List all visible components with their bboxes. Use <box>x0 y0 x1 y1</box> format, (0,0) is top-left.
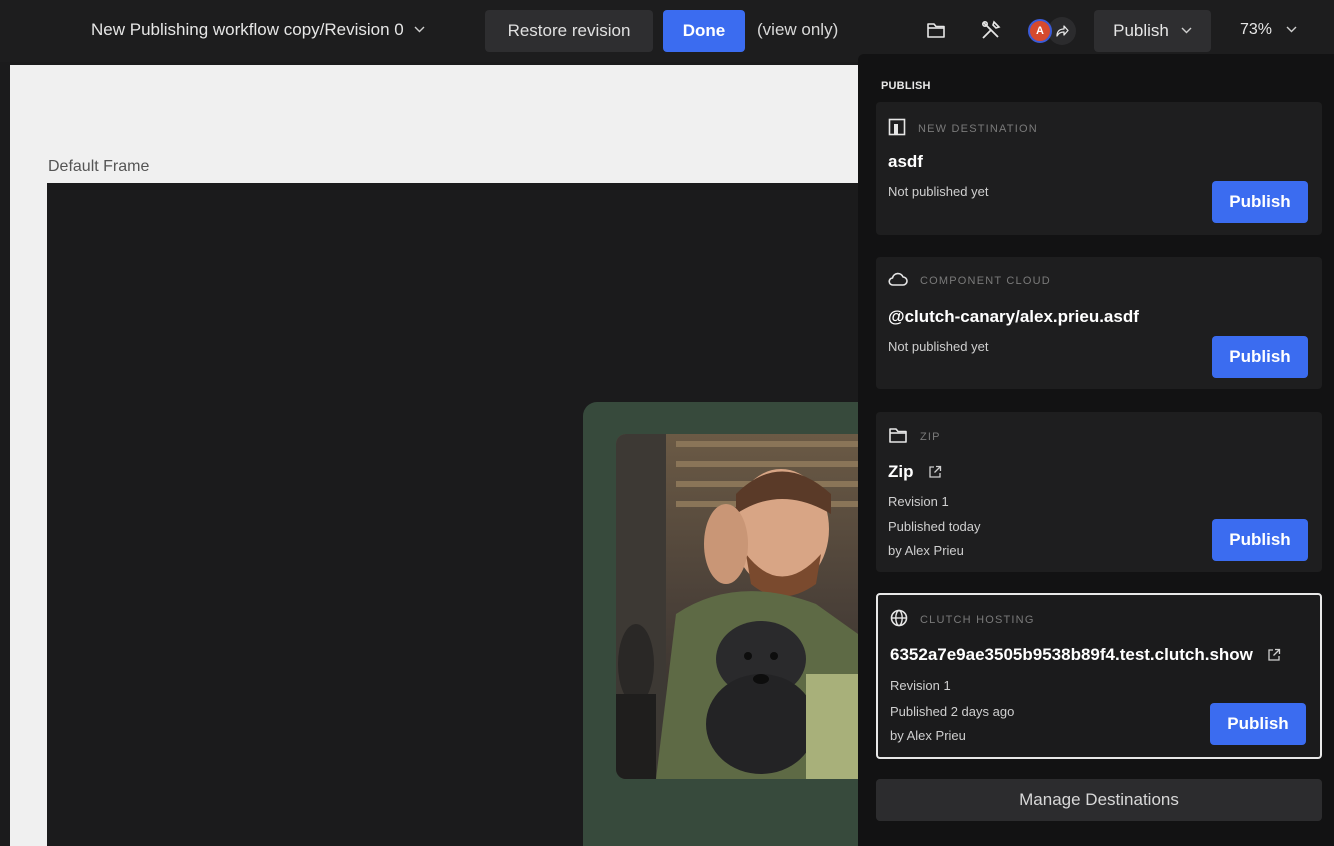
destination-name: @clutch-canary/alex.prieu.asdf <box>888 307 1139 326</box>
zoom-level: 73% <box>1240 21 1273 38</box>
destination-card-component-cloud[interactable]: COMPONENT CLOUD @clutch-canary/alex.prie… <box>876 257 1322 389</box>
top-toolbar: New Publishing workflow copy/Revision 0 … <box>0 0 1334 62</box>
destination-author: by Alex Prieu <box>888 543 964 558</box>
profile-photo[interactable] <box>616 434 858 779</box>
manage-destinations-button[interactable]: Manage Destinations <box>876 779 1322 821</box>
zoom-dropdown[interactable]: 73% <box>1240 21 1297 39</box>
destination-name: 6352a7e9ae3505b9538b89f4.test.clutch.sho… <box>890 645 1253 664</box>
destination-status: Not published yet <box>888 339 989 354</box>
chevron-down-icon <box>1286 24 1297 36</box>
folder-icon <box>888 426 908 447</box>
destination-name-row: 6352a7e9ae3505b9538b89f4.test.clutch.sho… <box>890 645 1281 665</box>
destination-published: Published 2 days ago <box>890 704 1015 719</box>
chevron-down-icon <box>414 24 425 36</box>
destination-author: by Alex Prieu <box>890 728 966 743</box>
destination-card-zip[interactable]: ZIP Zip Revision 1 Published today by Al… <box>876 412 1322 572</box>
publish-button[interactable]: Publish <box>1212 181 1308 223</box>
document-title: New Publishing workflow copy/Revision 0 <box>91 20 404 39</box>
new-destination-icon <box>888 118 906 139</box>
destination-type-label: COMPONENT CLOUD <box>920 274 1051 287</box>
restore-revision-button[interactable]: Restore revision <box>485 10 653 52</box>
publish-panel-heading: PUBLISH <box>881 80 931 92</box>
document-title-dropdown[interactable]: New Publishing workflow copy/Revision 0 <box>91 20 425 40</box>
destination-type: ZIP <box>888 426 941 447</box>
destination-status: Not published yet <box>888 184 989 199</box>
destination-card-new[interactable]: NEW DESTINATION asdf Not published yet P… <box>876 102 1322 235</box>
chevron-down-icon <box>1181 25 1192 37</box>
done-button[interactable]: Done <box>663 10 745 52</box>
destination-revision: Revision 1 <box>888 494 949 509</box>
canvas-edge <box>0 65 10 846</box>
destination-type-label: ZIP <box>920 430 941 443</box>
destination-name: asdf <box>888 152 923 171</box>
destination-type-label: CLUTCH HOSTING <box>920 613 1035 626</box>
publish-menu-label: Publish <box>1113 21 1169 40</box>
frame-label[interactable]: Default Frame <box>48 158 149 176</box>
tools-icon[interactable] <box>977 16 1005 44</box>
destination-name-row: Zip <box>888 462 942 482</box>
destination-type: CLUTCH HOSTING <box>890 609 1035 630</box>
publish-button[interactable]: Publish <box>1212 336 1308 378</box>
cloud-icon <box>888 271 908 290</box>
destination-published: Published today <box>888 519 981 534</box>
destination-card-clutch-hosting[interactable]: CLUTCH HOSTING 6352a7e9ae3505b9538b89f4.… <box>876 593 1322 759</box>
view-only-label: (view only) <box>757 20 839 39</box>
destination-type: NEW DESTINATION <box>888 118 1038 139</box>
external-link-icon[interactable] <box>1267 648 1281 662</box>
destination-name: Zip <box>888 462 914 481</box>
globe-icon <box>890 609 908 630</box>
publish-button[interactable]: Publish <box>1210 703 1306 745</box>
destination-type: COMPONENT CLOUD <box>888 271 1051 290</box>
external-link-icon[interactable] <box>928 465 942 479</box>
folder-icon[interactable] <box>922 16 950 44</box>
avatar[interactable]: A <box>1028 19 1052 43</box>
publish-button[interactable]: Publish <box>1212 519 1308 561</box>
destination-type-label: NEW DESTINATION <box>918 122 1038 135</box>
publish-menu-button[interactable]: Publish <box>1094 10 1211 52</box>
share-icon[interactable] <box>1048 17 1076 45</box>
destination-revision: Revision 1 <box>890 678 951 693</box>
